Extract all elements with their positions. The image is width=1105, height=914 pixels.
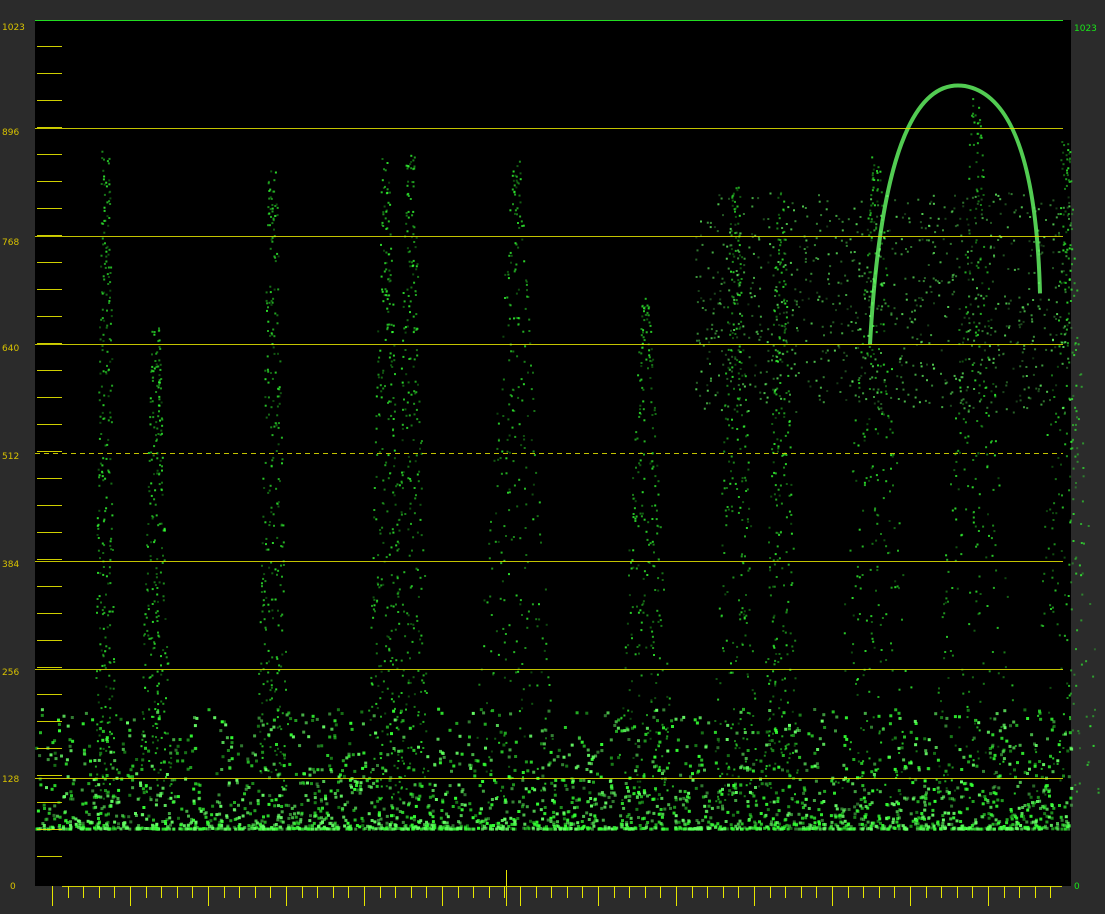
- scale-label-256: 256: [2, 668, 20, 678]
- scale-label-384: 384: [2, 560, 20, 570]
- scale-label-right-1023: 1023: [1074, 24, 1097, 34]
- scale-label-128: 128: [2, 775, 20, 785]
- scale-label-768: 768: [2, 238, 20, 248]
- waveform-overlay: [35, 20, 1100, 906]
- scale-label-1023: 1023: [2, 23, 25, 33]
- scale-label-0: 0: [10, 882, 16, 892]
- scale-label-640: 640: [2, 344, 20, 354]
- scale-label-512: 512: [2, 452, 20, 462]
- waveform-highlight-arc: [868, 83, 1042, 345]
- scale-label-896: 896: [2, 128, 20, 138]
- scale-label-right-0: 0: [1074, 882, 1080, 892]
